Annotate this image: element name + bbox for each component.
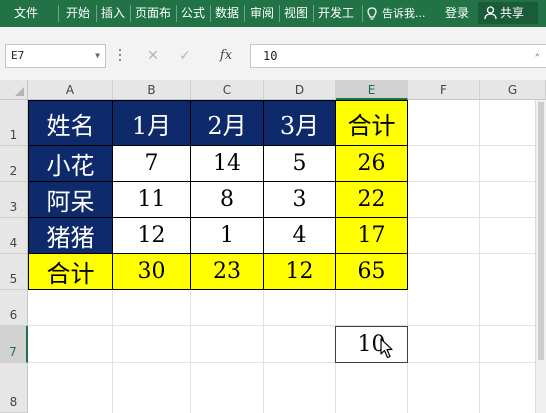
person-icon bbox=[484, 6, 497, 20]
cell-d4[interactable]: 4 bbox=[264, 218, 336, 254]
ribbon-separator bbox=[362, 5, 363, 22]
cell-e4[interactable]: 17 bbox=[336, 218, 408, 254]
tab-file[interactable]: 文件 bbox=[14, 0, 38, 27]
row-header-6[interactable]: 6 bbox=[0, 290, 28, 326]
row-header-4[interactable]: 4 bbox=[0, 218, 28, 254]
active-cell-e7[interactable]: 10 bbox=[335, 326, 408, 363]
column-header-c[interactable]: C bbox=[191, 80, 264, 100]
ribbon-separator bbox=[279, 5, 280, 22]
ribbon-collapsed-area bbox=[0, 27, 546, 40]
ribbon-tab-bar: 文件 开始 插入 页面布 公式 数据 审阅 视图 开发工 告诉我... 登录 共… bbox=[0, 0, 546, 27]
formula-value: 10 bbox=[263, 49, 278, 63]
gridline bbox=[190, 290, 191, 413]
cell-e1[interactable]: 合计 bbox=[336, 101, 408, 146]
row-header-1[interactable]: 1 bbox=[0, 100, 28, 146]
cell-a5[interactable]: 合计 bbox=[29, 254, 113, 290]
gridline bbox=[479, 100, 480, 413]
ribbon-separator bbox=[313, 5, 314, 22]
row-header-7[interactable]: 7 bbox=[0, 326, 28, 363]
cell-c4[interactable]: 1 bbox=[191, 218, 264, 254]
cell-a1[interactable]: 姓名 bbox=[29, 101, 113, 146]
gridline bbox=[112, 290, 113, 413]
cell-a3[interactable]: 阿呆 bbox=[29, 182, 113, 218]
ribbon-separator bbox=[58, 5, 59, 22]
cancel-icon[interactable]: ✕ bbox=[140, 44, 166, 68]
gridline bbox=[408, 181, 535, 182]
cell-b5[interactable]: 30 bbox=[113, 254, 191, 290]
chevron-up-icon[interactable]: ⌃ bbox=[535, 47, 540, 69]
cell-b4[interactable]: 12 bbox=[113, 218, 191, 254]
name-box[interactable]: E7 ▼ bbox=[5, 44, 106, 68]
row-header-5[interactable]: 5 bbox=[0, 254, 28, 290]
name-box-value: E7 bbox=[11, 49, 25, 62]
tab-page-layout[interactable]: 页面布 bbox=[135, 0, 171, 27]
ribbon-separator bbox=[210, 5, 211, 22]
row-header-3[interactable]: 3 bbox=[0, 182, 28, 218]
gridline bbox=[28, 325, 535, 326]
gridline bbox=[28, 362, 535, 363]
cell-c2[interactable]: 14 bbox=[191, 146, 264, 182]
tab-view[interactable]: 视图 bbox=[284, 0, 308, 27]
tab-developer[interactable]: 开发工 bbox=[318, 0, 354, 27]
cell-b1[interactable]: 1月 bbox=[113, 101, 191, 146]
enter-icon[interactable]: ✓ bbox=[172, 44, 198, 68]
cell-e3[interactable]: 22 bbox=[336, 182, 408, 218]
formula-input[interactable]: 10 ⌃ bbox=[250, 44, 546, 68]
tab-formulas[interactable]: 公式 bbox=[181, 0, 205, 27]
cell-a2[interactable]: 小花 bbox=[29, 146, 113, 182]
cell-d3[interactable]: 3 bbox=[264, 182, 336, 218]
cell-e5[interactable]: 65 bbox=[336, 254, 408, 290]
row-header-2[interactable]: 2 bbox=[0, 146, 28, 182]
cell-d2[interactable]: 5 bbox=[264, 146, 336, 182]
column-header-g[interactable]: G bbox=[480, 80, 546, 100]
cell-b3[interactable]: 11 bbox=[113, 182, 191, 218]
insert-function-icon[interactable]: fx bbox=[213, 44, 239, 68]
row-header-8[interactable]: 8 bbox=[0, 363, 28, 413]
cell-d1[interactable]: 3月 bbox=[264, 101, 336, 146]
grip-icon[interactable] bbox=[119, 49, 122, 63]
cell-a4[interactable]: 猪猪 bbox=[29, 218, 113, 254]
chevron-down-icon[interactable]: ▼ bbox=[95, 45, 100, 67]
cell-c3[interactable]: 8 bbox=[191, 182, 264, 218]
share-button[interactable]: 共享 bbox=[478, 2, 538, 24]
share-label: 共享 bbox=[500, 6, 525, 20]
cell-d5[interactable]: 12 bbox=[264, 254, 336, 290]
gridline bbox=[408, 145, 535, 146]
cell-c5[interactable]: 23 bbox=[191, 254, 264, 290]
column-header-b[interactable]: B bbox=[113, 80, 191, 100]
ribbon-separator bbox=[130, 5, 131, 22]
mouse-pointer-icon bbox=[380, 338, 393, 359]
column-header-a[interactable]: A bbox=[28, 80, 113, 100]
tab-insert[interactable]: 插入 bbox=[101, 0, 125, 27]
cell-b2[interactable]: 7 bbox=[113, 146, 191, 182]
column-header-d[interactable]: D bbox=[264, 80, 336, 100]
column-header-f[interactable]: F bbox=[408, 80, 480, 100]
gridline bbox=[263, 290, 264, 413]
tab-home[interactable]: 开始 bbox=[66, 0, 90, 27]
cell-c1[interactable]: 2月 bbox=[191, 101, 264, 146]
tell-me-search[interactable]: 告诉我... bbox=[382, 0, 426, 27]
gridline bbox=[408, 217, 535, 218]
formula-bar-spacer bbox=[0, 73, 546, 80]
tab-review[interactable]: 审阅 bbox=[250, 0, 274, 27]
column-header-e[interactable]: E bbox=[336, 80, 408, 100]
ribbon-separator bbox=[96, 5, 97, 22]
gridline bbox=[408, 253, 535, 254]
select-all-button[interactable] bbox=[0, 80, 28, 100]
cell-e2[interactable]: 26 bbox=[336, 146, 408, 182]
vertical-scrollbar[interactable] bbox=[535, 100, 546, 413]
tab-data[interactable]: 数据 bbox=[215, 0, 239, 27]
formula-bar: E7 ▼ ✕ ✓ fx 10 ⌃ bbox=[0, 40, 546, 73]
ribbon-separator bbox=[244, 5, 245, 22]
scrollbar-thumb[interactable] bbox=[538, 102, 544, 360]
login-link[interactable]: 登录 bbox=[445, 0, 469, 27]
lightbulb-icon bbox=[367, 7, 377, 20]
ribbon-separator bbox=[176, 5, 177, 22]
